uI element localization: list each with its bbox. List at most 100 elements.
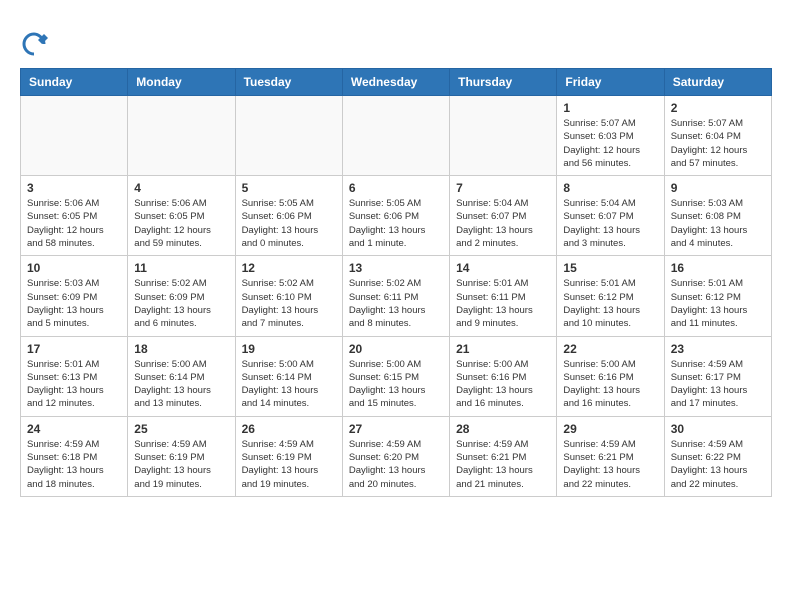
day-number: 23 xyxy=(671,342,765,356)
day-info: Sunrise: 5:03 AM Sunset: 6:09 PM Dayligh… xyxy=(27,277,121,330)
day-info: Sunrise: 4:59 AM Sunset: 6:20 PM Dayligh… xyxy=(349,438,443,491)
day-info: Sunrise: 4:59 AM Sunset: 6:21 PM Dayligh… xyxy=(563,438,657,491)
calendar-header-sunday: Sunday xyxy=(21,69,128,96)
calendar-day-cell: 11 Sunrise: 5:02 AM Sunset: 6:09 PM Dayli… xyxy=(128,256,235,336)
day-info: Sunrise: 5:07 AM Sunset: 6:04 PM Dayligh… xyxy=(671,117,765,170)
day-info: Sunrise: 5:04 AM Sunset: 6:07 PM Dayligh… xyxy=(563,197,657,250)
day-info: Sunrise: 4:59 AM Sunset: 6:21 PM Dayligh… xyxy=(456,438,550,491)
day-info: Sunrise: 4:59 AM Sunset: 6:19 PM Dayligh… xyxy=(134,438,228,491)
day-info: Sunrise: 5:04 AM Sunset: 6:07 PM Dayligh… xyxy=(456,197,550,250)
day-number: 21 xyxy=(456,342,550,356)
day-number: 15 xyxy=(563,261,657,275)
day-info: Sunrise: 5:06 AM Sunset: 6:05 PM Dayligh… xyxy=(134,197,228,250)
day-number: 30 xyxy=(671,422,765,436)
calendar-day-cell: 14 Sunrise: 5:01 AM Sunset: 6:11 PM Dayli… xyxy=(450,256,557,336)
calendar-day-cell: 28 Sunrise: 4:59 AM Sunset: 6:21 PM Dayli… xyxy=(450,416,557,496)
day-info: Sunrise: 4:59 AM Sunset: 6:22 PM Dayligh… xyxy=(671,438,765,491)
calendar-day-cell: 21 Sunrise: 5:00 AM Sunset: 6:16 PM Dayli… xyxy=(450,336,557,416)
day-info: Sunrise: 5:07 AM Sunset: 6:03 PM Dayligh… xyxy=(563,117,657,170)
calendar-day-cell: 25Sunrise: 4:59 AM Sunset: 6:19 PM Dayli… xyxy=(128,416,235,496)
day-number: 16 xyxy=(671,261,765,275)
day-number: 4 xyxy=(134,181,228,195)
day-number: 12 xyxy=(242,261,336,275)
day-info: Sunrise: 4:59 AM Sunset: 6:17 PM Dayligh… xyxy=(671,358,765,411)
day-info: Sunrise: 5:05 AM Sunset: 6:06 PM Dayligh… xyxy=(242,197,336,250)
day-info: Sunrise: 5:00 AM Sunset: 6:16 PM Dayligh… xyxy=(456,358,550,411)
calendar-day-cell: 3 Sunrise: 5:06 AM Sunset: 6:05 PM Daylig… xyxy=(21,176,128,256)
day-number: 14 xyxy=(456,261,550,275)
day-number: 22 xyxy=(563,342,657,356)
calendar-day-cell: 20Sunrise: 5:00 AM Sunset: 6:15 PM Dayli… xyxy=(342,336,449,416)
calendar-day-cell: 19Sunrise: 5:00 AM Sunset: 6:14 PM Dayli… xyxy=(235,336,342,416)
day-number: 29 xyxy=(563,422,657,436)
calendar-day-cell: 24 Sunrise: 4:59 AM Sunset: 6:18 PM Dayli… xyxy=(21,416,128,496)
calendar-day-cell: 23 Sunrise: 4:59 AM Sunset: 6:17 PM Dayli… xyxy=(664,336,771,416)
day-number: 3 xyxy=(27,181,121,195)
day-number: 20 xyxy=(349,342,443,356)
day-number: 6 xyxy=(349,181,443,195)
calendar-day-cell: 30 Sunrise: 4:59 AM Sunset: 6:22 PM Dayli… xyxy=(664,416,771,496)
day-number: 2 xyxy=(671,101,765,115)
logo xyxy=(20,30,52,58)
day-number: 18 xyxy=(134,342,228,356)
calendar-day-cell: 13 Sunrise: 5:02 AM Sunset: 6:11 PM Dayli… xyxy=(342,256,449,336)
day-number: 13 xyxy=(349,261,443,275)
calendar-week-row: 1 Sunrise: 5:07 AM Sunset: 6:03 PM Daylig… xyxy=(21,96,772,176)
calendar-day-cell xyxy=(21,96,128,176)
day-number: 17 xyxy=(27,342,121,356)
calendar-day-cell: 27Sunrise: 4:59 AM Sunset: 6:20 PM Dayli… xyxy=(342,416,449,496)
day-number: 11 xyxy=(134,261,228,275)
calendar-day-cell xyxy=(450,96,557,176)
calendar-day-cell: 17 Sunrise: 5:01 AM Sunset: 6:13 PM Dayli… xyxy=(21,336,128,416)
calendar-day-cell xyxy=(235,96,342,176)
day-info: Sunrise: 5:01 AM Sunset: 6:12 PM Dayligh… xyxy=(671,277,765,330)
page-header xyxy=(20,20,772,58)
calendar-header-saturday: Saturday xyxy=(664,69,771,96)
calendar-header-row: SundayMondayTuesdayWednesdayThursdayFrid… xyxy=(21,69,772,96)
calendar-day-cell: 8 Sunrise: 5:04 AM Sunset: 6:07 PM Daylig… xyxy=(557,176,664,256)
calendar-week-row: 17 Sunrise: 5:01 AM Sunset: 6:13 PM Dayli… xyxy=(21,336,772,416)
calendar-header-thursday: Thursday xyxy=(450,69,557,96)
day-info: Sunrise: 5:01 AM Sunset: 6:11 PM Dayligh… xyxy=(456,277,550,330)
calendar-day-cell: 7Sunrise: 5:04 AM Sunset: 6:07 PM Daylig… xyxy=(450,176,557,256)
day-info: Sunrise: 4:59 AM Sunset: 6:18 PM Dayligh… xyxy=(27,438,121,491)
day-info: Sunrise: 5:01 AM Sunset: 6:12 PM Dayligh… xyxy=(563,277,657,330)
day-info: Sunrise: 5:03 AM Sunset: 6:08 PM Dayligh… xyxy=(671,197,765,250)
day-number: 5 xyxy=(242,181,336,195)
calendar-day-cell: 29 Sunrise: 4:59 AM Sunset: 6:21 PM Dayli… xyxy=(557,416,664,496)
day-number: 24 xyxy=(27,422,121,436)
day-info: Sunrise: 5:05 AM Sunset: 6:06 PM Dayligh… xyxy=(349,197,443,250)
calendar-day-cell: 26 Sunrise: 4:59 AM Sunset: 6:19 PM Dayli… xyxy=(235,416,342,496)
day-info: Sunrise: 5:00 AM Sunset: 6:16 PM Dayligh… xyxy=(563,358,657,411)
day-number: 28 xyxy=(456,422,550,436)
day-info: Sunrise: 5:00 AM Sunset: 6:14 PM Dayligh… xyxy=(242,358,336,411)
day-info: Sunrise: 5:01 AM Sunset: 6:13 PM Dayligh… xyxy=(27,358,121,411)
calendar-day-cell: 6 Sunrise: 5:05 AM Sunset: 6:06 PM Daylig… xyxy=(342,176,449,256)
calendar-header-wednesday: Wednesday xyxy=(342,69,449,96)
calendar-day-cell: 15 Sunrise: 5:01 AM Sunset: 6:12 PM Dayli… xyxy=(557,256,664,336)
day-info: Sunrise: 5:06 AM Sunset: 6:05 PM Dayligh… xyxy=(27,197,121,250)
calendar-week-row: 3 Sunrise: 5:06 AM Sunset: 6:05 PM Daylig… xyxy=(21,176,772,256)
day-number: 26 xyxy=(242,422,336,436)
calendar-table: SundayMondayTuesdayWednesdayThursdayFrid… xyxy=(20,68,772,497)
calendar-header-tuesday: Tuesday xyxy=(235,69,342,96)
day-info: Sunrise: 5:02 AM Sunset: 6:11 PM Dayligh… xyxy=(349,277,443,330)
calendar-day-cell: 10 Sunrise: 5:03 AM Sunset: 6:09 PM Dayli… xyxy=(21,256,128,336)
calendar-day-cell xyxy=(128,96,235,176)
day-info: Sunrise: 4:59 AM Sunset: 6:19 PM Dayligh… xyxy=(242,438,336,491)
day-number: 9 xyxy=(671,181,765,195)
day-number: 10 xyxy=(27,261,121,275)
day-info: Sunrise: 5:02 AM Sunset: 6:10 PM Dayligh… xyxy=(242,277,336,330)
calendar-day-cell: 9 Sunrise: 5:03 AM Sunset: 6:08 PM Daylig… xyxy=(664,176,771,256)
calendar-week-row: 24 Sunrise: 4:59 AM Sunset: 6:18 PM Dayli… xyxy=(21,416,772,496)
calendar-day-cell: 5 Sunrise: 5:05 AM Sunset: 6:06 PM Daylig… xyxy=(235,176,342,256)
day-number: 8 xyxy=(563,181,657,195)
day-info: Sunrise: 5:00 AM Sunset: 6:14 PM Dayligh… xyxy=(134,358,228,411)
calendar-header-friday: Friday xyxy=(557,69,664,96)
calendar-header-monday: Monday xyxy=(128,69,235,96)
calendar-day-cell: 18 Sunrise: 5:00 AM Sunset: 6:14 PM Dayli… xyxy=(128,336,235,416)
day-info: Sunrise: 5:02 AM Sunset: 6:09 PM Dayligh… xyxy=(134,277,228,330)
calendar-day-cell: 4 Sunrise: 5:06 AM Sunset: 6:05 PM Daylig… xyxy=(128,176,235,256)
day-number: 1 xyxy=(563,101,657,115)
calendar-day-cell: 2 Sunrise: 5:07 AM Sunset: 6:04 PM Daylig… xyxy=(664,96,771,176)
